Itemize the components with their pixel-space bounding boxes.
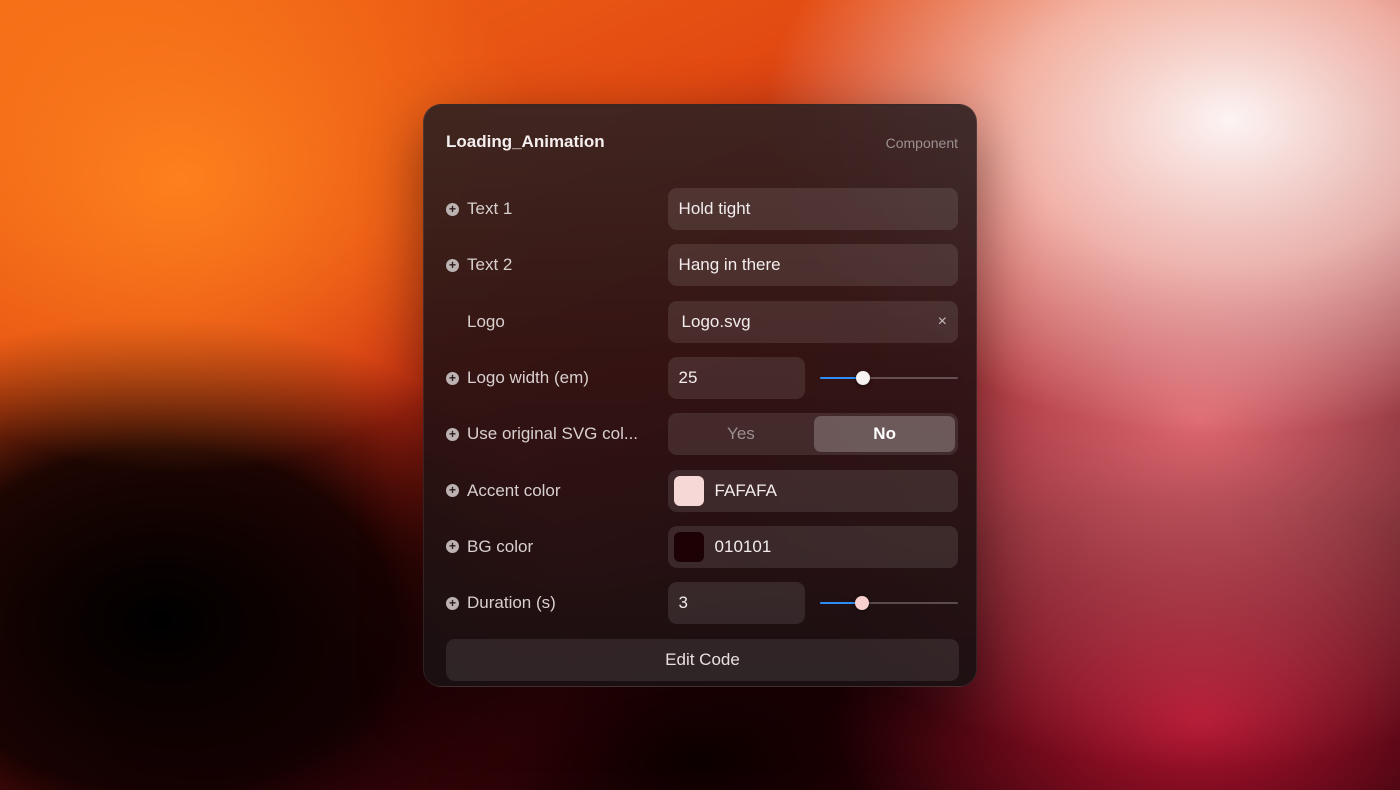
- use-original-svg-row: + Use original SVG col... Yes No: [446, 406, 958, 462]
- logo-file-field[interactable]: Logo.svg ×: [667, 300, 958, 343]
- text2-input[interactable]: Hang in there: [667, 244, 958, 287]
- text1-label-text: Text 1: [467, 199, 513, 219]
- component-title: Loading_Animation: [446, 132, 605, 151]
- text1-input[interactable]: Hold tight: [667, 188, 958, 231]
- text2-value: Hang in there: [678, 255, 781, 275]
- logo-width-label-text: Logo width (em): [467, 368, 589, 388]
- duration-label-text: Duration (s): [467, 593, 556, 613]
- duration-input[interactable]: 3: [667, 582, 806, 625]
- bg-color-swatch[interactable]: [673, 531, 704, 562]
- use-original-svg-label: + Use original SVG col...: [446, 424, 668, 444]
- logo-width-slider[interactable]: [820, 370, 958, 386]
- text2-label: + Text 2: [446, 255, 668, 275]
- bg-color-label-text: BG color: [467, 536, 534, 556]
- logo-width-input[interactable]: 25: [667, 357, 806, 400]
- logo-width-row: + Logo width (em) 25: [446, 350, 958, 406]
- bg-color-value: 010101: [714, 536, 772, 556]
- duration-slider[interactable]: [820, 595, 958, 611]
- accent-color-swatch[interactable]: [673, 475, 704, 506]
- bg-color-field[interactable]: 010101: [667, 525, 958, 568]
- use-original-svg-label-text: Use original SVG col...: [467, 424, 639, 444]
- slider-thumb[interactable]: [854, 596, 869, 611]
- plus-circle-icon[interactable]: +: [446, 427, 459, 441]
- yes-no-toggle[interactable]: Yes No: [667, 413, 958, 456]
- plus-circle-icon[interactable]: +: [446, 371, 459, 385]
- text2-label-text: Text 2: [467, 255, 513, 275]
- accent-color-value: FAFAFA: [714, 480, 777, 500]
- logo-label: Logo: [446, 312, 668, 332]
- duration-label: + Duration (s): [446, 593, 668, 613]
- option-yes[interactable]: Yes: [671, 416, 812, 452]
- plus-circle-icon[interactable]: +: [446, 202, 459, 216]
- slider-thumb[interactable]: [855, 371, 870, 386]
- logo-width-label: + Logo width (em): [446, 368, 668, 388]
- accent-color-label: + Accent color: [446, 481, 668, 501]
- accent-color-row: + Accent color FAFAFA: [446, 462, 958, 518]
- logo-label-text: Logo: [467, 311, 505, 331]
- close-icon[interactable]: ×: [938, 313, 947, 331]
- logo-width-value: 25: [678, 368, 698, 388]
- logo-row: Logo Logo.svg ×: [446, 294, 958, 350]
- logo-file-name: Logo.svg: [681, 311, 751, 331]
- plus-circle-icon[interactable]: +: [446, 540, 459, 554]
- plus-circle-icon[interactable]: +: [446, 484, 459, 498]
- option-no[interactable]: No: [814, 416, 955, 453]
- panel-header: Loading_Animation Component: [446, 105, 958, 181]
- bg-color-row: + BG color 010101: [446, 519, 958, 575]
- plus-circle-icon[interactable]: +: [446, 596, 459, 610]
- accent-color-label-text: Accent color: [467, 480, 561, 500]
- text1-value: Hold tight: [678, 199, 751, 219]
- edit-code-row: Edit Code: [446, 631, 959, 682]
- duration-row: + Duration (s) 3: [446, 575, 958, 631]
- text1-label: + Text 1: [446, 199, 668, 219]
- text1-row: + Text 1 Hold tight: [446, 181, 958, 237]
- component-type-label: Component: [885, 135, 958, 151]
- component-panel: Loading_Animation Component + Text 1 Hol…: [423, 104, 977, 687]
- duration-value: 3: [678, 593, 688, 613]
- bg-color-label: + BG color: [446, 537, 668, 557]
- plus-circle-icon[interactable]: +: [446, 258, 459, 272]
- accent-color-field[interactable]: FAFAFA: [667, 469, 958, 512]
- edit-code-button[interactable]: Edit Code: [446, 639, 959, 682]
- text2-row: + Text 2 Hang in there: [446, 237, 958, 293]
